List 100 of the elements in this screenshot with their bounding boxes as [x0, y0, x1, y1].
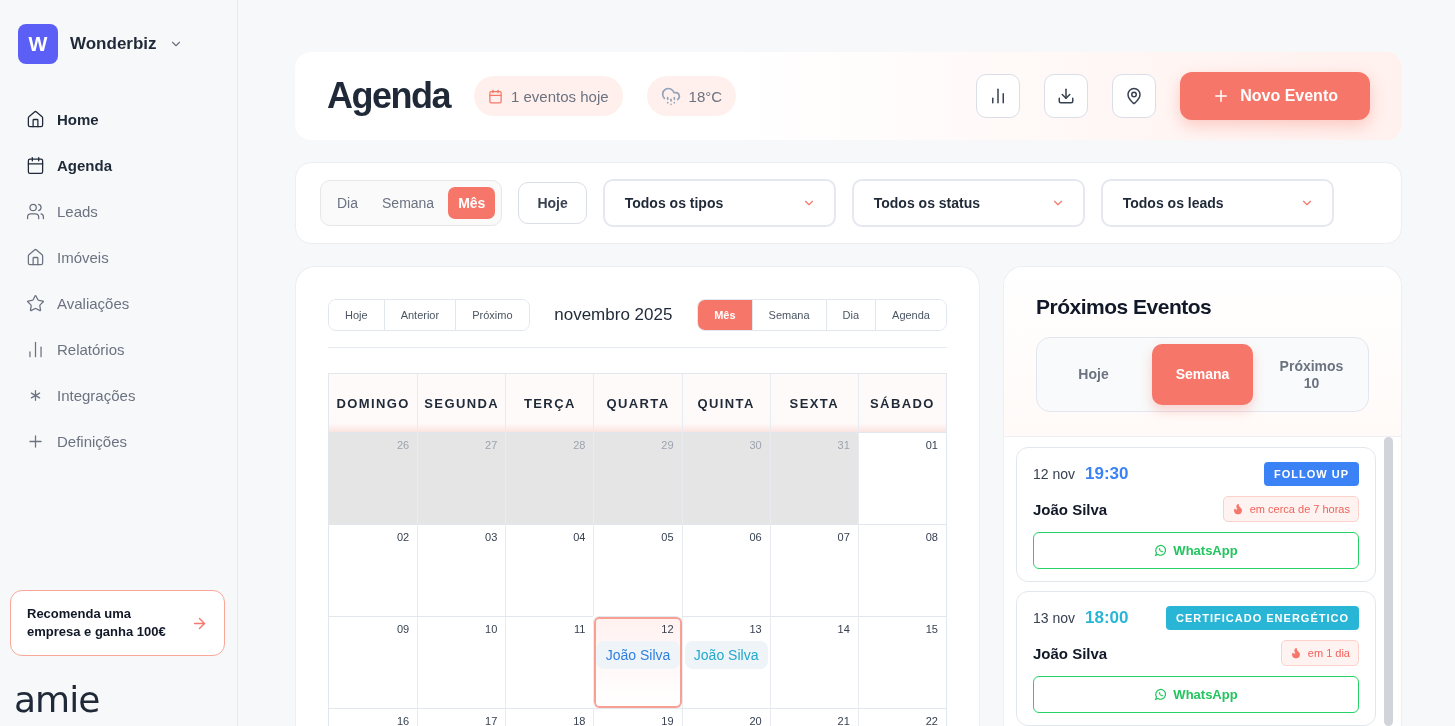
view-tab[interactable]: Dia: [327, 187, 368, 219]
day-cell[interactable]: 11: [505, 616, 594, 708]
day-number: 08: [925, 531, 939, 543]
weekday-header: SEXTA: [769, 374, 858, 432]
nav-item[interactable]: Avaliações: [26, 290, 225, 316]
event-datetime: 12 nov 19:30: [1033, 464, 1129, 484]
weekday-header: TERÇA: [505, 374, 594, 432]
calendar-nav-button[interactable]: Próximo: [455, 300, 529, 330]
day-number: 01: [925, 439, 939, 451]
event-datetime: 13 nov 18:00: [1033, 608, 1129, 628]
today-button[interactable]: Hoje: [518, 182, 587, 224]
map-pin-icon: [1125, 87, 1144, 105]
day-cell[interactable]: 04: [505, 524, 594, 616]
weekday-header: SEGUNDA: [417, 374, 506, 432]
weekday-header: DOMINGO: [329, 374, 418, 432]
day-number: 26: [396, 439, 411, 451]
day-cell[interactable]: 19: [593, 708, 682, 726]
referral-card[interactable]: Recomenda uma empresa e ganha 100€: [10, 590, 225, 656]
nav-item[interactable]: Leads: [26, 198, 225, 224]
whatsapp-icon: [1154, 688, 1168, 701]
day-cell[interactable]: 17: [417, 708, 506, 726]
day-cell[interactable]: 07: [769, 524, 858, 616]
month-label: novembro 2025: [554, 305, 673, 325]
day-cell[interactable]: 01: [857, 432, 946, 524]
day-cell[interactable]: 05: [593, 524, 682, 616]
star-icon: [26, 293, 45, 313]
day-number: 29: [661, 439, 675, 451]
users-icon: [26, 201, 45, 221]
nav-item[interactable]: Imóveis: [26, 244, 225, 270]
nav-item[interactable]: Definições: [26, 428, 225, 454]
filter-dropdown[interactable]: Todos os leads: [1100, 179, 1334, 227]
panel-title: Próximos Eventos: [1036, 295, 1213, 319]
day-cell[interactable]: 20: [681, 708, 770, 726]
weekday-header: QUINTA: [681, 374, 770, 432]
app-logo: amie: [14, 682, 101, 722]
day-number: 27: [485, 439, 499, 451]
day-number: 09: [396, 623, 411, 635]
day-number: 17: [485, 715, 499, 726]
calendar-icon: [26, 155, 45, 175]
brand-logo: W: [18, 24, 58, 64]
weather-badge: 18°C: [646, 76, 737, 116]
nav-item[interactable]: Home: [26, 106, 225, 132]
day-number: 11: [574, 623, 587, 635]
day-number: 20: [749, 715, 763, 726]
whatsapp-icon: [1154, 544, 1168, 557]
day-number: 19: [661, 715, 675, 726]
day-number: 15: [925, 623, 939, 635]
lead-name: João Silva: [1033, 644, 1108, 662]
day-cell[interactable]: 21: [769, 708, 858, 726]
weekday-header: SÁBADO: [857, 374, 946, 432]
day-number: 05: [661, 531, 675, 543]
range-tab[interactable]: Hoje: [1043, 344, 1144, 405]
event-type-tag: CERTIFICADO ENERGÉTICO: [1166, 606, 1359, 630]
range-tab[interactable]: Próximos 10: [1261, 344, 1362, 405]
brand-name: Wonderbiz: [70, 34, 157, 54]
download-icon: [1057, 87, 1076, 105]
day-number: 02: [396, 531, 411, 543]
day-number: 30: [749, 439, 763, 451]
day-cell[interactable]: 03: [417, 524, 506, 616]
download-button[interactable]: [1044, 74, 1089, 118]
calendar-icon: [488, 88, 503, 104]
stats-button[interactable]: [976, 74, 1021, 118]
calendar-event[interactable]: João Silva: [596, 641, 680, 669]
day-number: 07: [837, 531, 851, 543]
day-cell[interactable]: 14: [769, 616, 858, 708]
nav-item[interactable]: Relatórios: [26, 336, 225, 362]
referral-text: Recomenda uma empresa e ganha 100€: [27, 605, 167, 641]
day-cell[interactable]: 16: [329, 708, 418, 726]
day-cell[interactable]: 10: [417, 616, 506, 708]
nav-item[interactable]: Integrações: [26, 382, 225, 408]
filter-dropdown[interactable]: Todos os tipos: [602, 179, 836, 227]
page-title: Agenda: [327, 75, 450, 117]
nav-item[interactable]: Agenda: [26, 152, 225, 178]
day-cell[interactable]: 13 João Silva: [681, 616, 770, 708]
filter-dropdown[interactable]: Todos os status: [851, 179, 1085, 227]
day-number: 16: [396, 715, 411, 726]
house-icon: [26, 109, 45, 129]
day-cell[interactable]: 18: [505, 708, 594, 726]
day-cell[interactable]: 12 João Silva: [593, 616, 682, 708]
day-number: 06: [749, 531, 763, 543]
day-number: 21: [837, 715, 851, 726]
day-number: 28: [573, 439, 587, 451]
location-button[interactable]: [1112, 74, 1157, 118]
day-number: 13: [749, 623, 763, 635]
day-cell[interactable]: 06: [681, 524, 770, 616]
day-number: 04: [573, 531, 587, 543]
house-icon: [26, 247, 45, 267]
time-until-badge: em cerca de 7 horas: [1222, 496, 1359, 522]
events-today-badge: 1 eventos hoje: [474, 76, 623, 116]
day-cell[interactable]: 15: [857, 616, 946, 708]
calendar-view-tab[interactable]: Agenda: [875, 300, 946, 330]
view-tab[interactable]: Semana: [372, 187, 445, 219]
cloud-hail-icon: [660, 86, 681, 106]
time-until-badge: em 1 dia: [1280, 640, 1359, 666]
day-number: 10: [485, 623, 499, 635]
day-number: 22: [925, 715, 939, 726]
day-cell[interactable]: 08: [857, 524, 946, 616]
day-number: 14: [837, 623, 851, 635]
flame-icon: [1231, 503, 1244, 515]
day-cell[interactable]: 22: [857, 708, 946, 726]
